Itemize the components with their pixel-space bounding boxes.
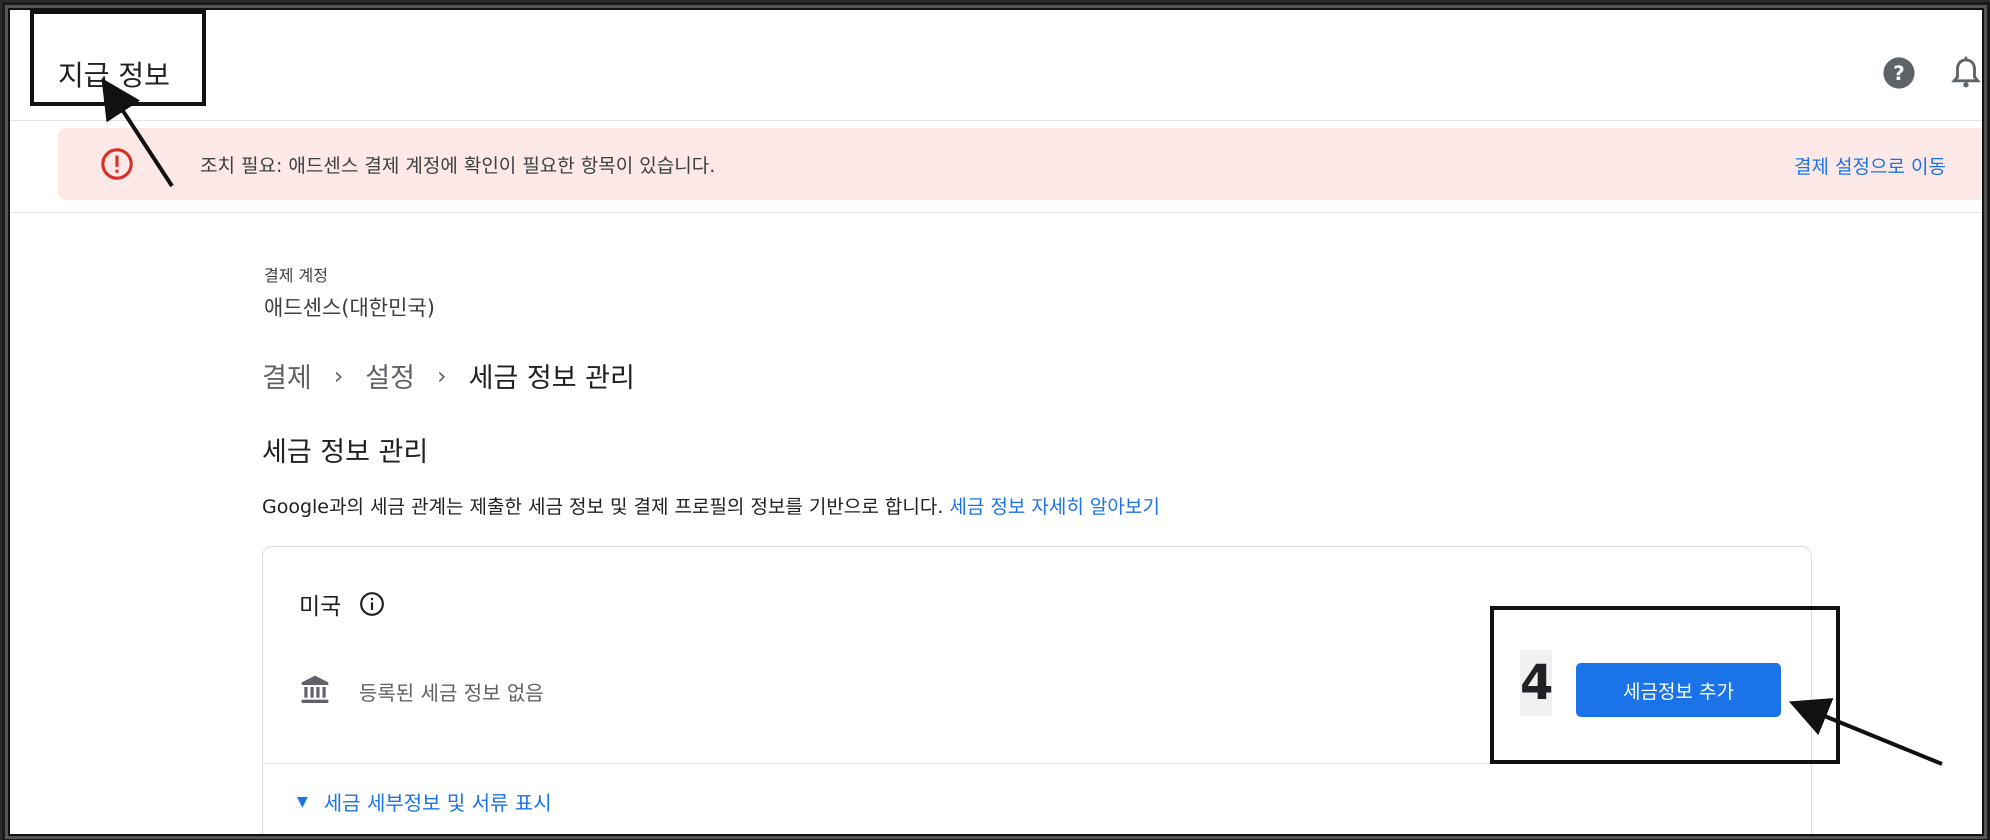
breadcrumb: 결제 › 설정 › 세금 정보 관리 xyxy=(262,356,635,395)
annotation-highlight-title xyxy=(30,10,206,106)
breadcrumb-settings[interactable]: 설정 xyxy=(365,356,415,395)
alert-message: 조치 필요: 애드센스 결제 계정에 확인이 필요한 항목이 있습니다. xyxy=(200,155,716,177)
country-label: 미국 xyxy=(299,594,342,620)
info-icon[interactable] xyxy=(359,591,385,621)
section-title: 세금 정보 관리 xyxy=(262,437,429,468)
show-tax-details-label: 세금 세부정보 및 서류 표시 xyxy=(323,791,552,815)
error-icon xyxy=(100,147,134,185)
payment-account-label: 결제 계정 xyxy=(264,266,328,285)
help-circle-icon[interactable]: ? xyxy=(1882,56,1916,94)
go-to-payment-settings-link[interactable]: 결제 설정으로 이동 xyxy=(1794,152,1946,179)
screenshot-frame: 지급 정보 ? 조치 필요: 애드센스 결제 계정에 확인이 필요한 항목이 있… xyxy=(8,8,1984,836)
tax-description-text: Google과의 세금 관계는 제출한 세금 정보 및 결제 프로필의 정보를 … xyxy=(262,496,944,518)
annotation-step-number: 4 xyxy=(1520,650,1553,716)
payment-account-value: 애드센스(대한민국) xyxy=(264,296,435,320)
tax-description: Google과의 세금 관계는 제출한 세금 정보 및 결제 프로필의 정보를 … xyxy=(262,492,1160,519)
caret-down-icon: ▼ xyxy=(297,793,308,810)
chevron-right-icon: › xyxy=(436,361,447,390)
breadcrumb-tax-info: 세금 정보 관리 xyxy=(468,363,635,394)
top-app-bar: 지급 정보 ? xyxy=(10,10,1982,121)
learn-more-tax-link[interactable]: 세금 정보 자세히 알아보기 xyxy=(949,496,1159,518)
action-required-alert: 조치 필요: 애드센스 결제 계정에 확인이 필요한 항목이 있습니다. 결제 … xyxy=(58,128,1982,200)
no-tax-info-text: 등록된 세금 정보 없음 xyxy=(359,681,544,705)
bank-icon xyxy=(299,673,331,709)
header-divider xyxy=(10,212,1982,213)
svg-text:?: ? xyxy=(1893,62,1905,85)
chevron-right-icon: › xyxy=(333,361,344,390)
show-tax-details-toggle[interactable]: ▼ 세금 세부정보 및 서류 표시 xyxy=(297,787,552,816)
breadcrumb-payments[interactable]: 결제 xyxy=(262,356,312,395)
bell-icon[interactable] xyxy=(1950,56,1982,94)
